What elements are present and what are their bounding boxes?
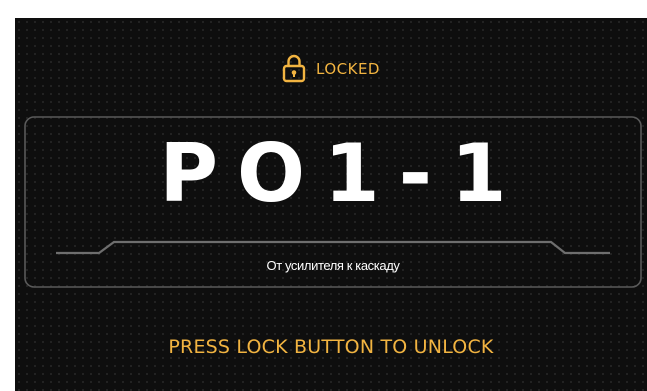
preset-lock-screen: LOCKED PO1-1 От усилителя к каскаду PRES… (15, 18, 647, 391)
lock-status-label: LOCKED (316, 60, 380, 78)
preset-name: От усилителя к каскаду (266, 258, 400, 273)
preset-display: PO1-1 От усилителя к каскаду (24, 116, 642, 288)
unlock-hint: PRESS LOCK BUTTON TO UNLOCK (168, 336, 494, 358)
lock-status: LOCKED (15, 52, 647, 84)
preset-number: PO1-1 (159, 127, 526, 220)
padlock-icon (282, 54, 306, 83)
